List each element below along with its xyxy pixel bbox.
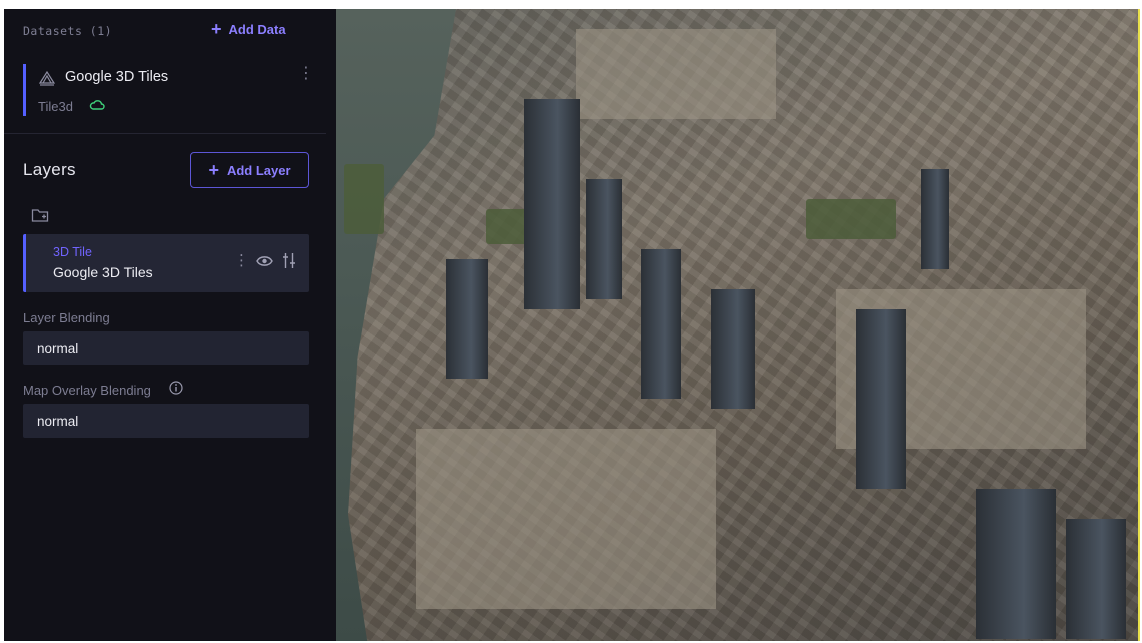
dataset-name: Google 3D Tiles [65,69,169,85]
add-layer-button[interactable]: + Add Layer [190,152,309,188]
dataset-menu-button[interactable]: ⋮ [298,66,314,82]
skyscraper [586,179,622,299]
map-overlay-blending-label: Map Overlay Blending [23,383,151,398]
layer-menu-button[interactable]: ⋮ [234,253,249,268]
layer-type: 3D Tile [53,245,92,259]
city-block [576,29,776,119]
city-block [416,429,716,609]
park-area [806,199,896,239]
datasets-title: Datasets (1) [23,24,113,38]
add-folder-icon[interactable] [31,207,49,223]
info-icon[interactable] [169,381,183,395]
dataset-type: Tile3d [38,99,73,114]
layer-blending-label: Layer Blending [23,310,110,325]
app-frame: Datasets (1) + Add Data Google 3D Tiles … [4,9,1140,641]
sliders-icon[interactable] [282,252,296,269]
plus-icon: + [208,160,219,180]
skyscraper [921,169,949,269]
layers-title: Layers [23,160,76,179]
divider [4,133,326,134]
eye-icon[interactable] [256,254,273,268]
map-overlay-blending-select[interactable]: normal [23,404,309,438]
map-viewport[interactable] [336,9,1140,641]
dataset-item[interactable]: Google 3D Tiles Tile3d ⋮ [23,64,314,116]
side-panel: Datasets (1) + Add Data Google 3D Tiles … [4,9,336,641]
skyscraper [446,259,488,379]
add-data-button[interactable]: + Add Data [211,20,286,38]
skyscraper [1066,519,1126,639]
park-area [344,164,384,234]
skyscraper [641,249,681,399]
skyscraper [976,489,1056,639]
skyscraper [524,99,580,309]
skyscraper [711,289,755,409]
skyscraper [856,309,906,489]
add-data-label: Add Data [228,21,286,37]
plus-icon: + [211,19,222,39]
layer-blending-select[interactable]: normal [23,331,309,365]
add-layer-label: Add Layer [226,162,291,178]
layer-item[interactable]: 3D Tile Google 3D Tiles ⋮ [23,234,309,292]
layers-icon [38,70,56,86]
cloud-icon [89,100,105,110]
layer-name: Google 3D Tiles [53,264,153,280]
